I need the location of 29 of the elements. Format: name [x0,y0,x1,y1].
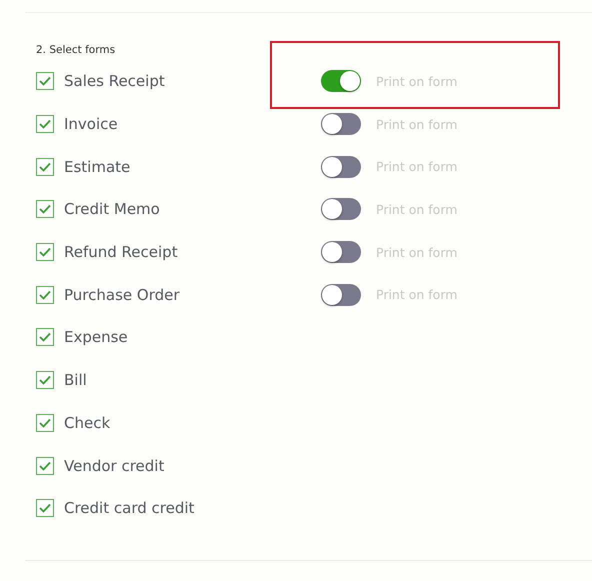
toggle-switch[interactable] [321,284,361,306]
checkbox[interactable] [36,286,54,304]
checkbox[interactable] [36,414,54,432]
checkbox-label: Sales Receipt [64,72,166,90]
checkbox-label: Estimate [64,158,132,176]
checkbox-label: Expense [64,328,129,346]
checkbox-label: Credit card credit [64,499,196,518]
checkbox[interactable] [36,371,54,390]
checkbox[interactable] [36,158,54,176]
checkbox-label: Invoice [64,115,119,134]
toggle-switch[interactable] [321,70,361,92]
checkbox[interactable] [36,456,54,475]
section-heading: 2. Select forms [36,44,116,56]
toggle-switch[interactable] [321,241,361,264]
toggle-switch[interactable] [321,156,361,178]
checkbox-label: Check [64,414,112,432]
checkbox[interactable] [36,499,54,518]
checkbox[interactable] [36,115,54,134]
checkbox[interactable] [36,243,54,262]
toggle-switch[interactable] [321,198,361,220]
toggle-switch[interactable] [321,113,361,136]
checkbox[interactable] [36,328,54,346]
checkbox[interactable] [36,200,54,218]
checkbox-label: Vendor credit [64,456,166,475]
checkbox-label: Refund Receipt [64,243,179,262]
checkbox-label: Bill [64,371,88,390]
checkbox[interactable] [36,72,54,90]
checkbox-label: Credit Memo [64,200,161,218]
checkbox-label: Purchase Order [64,286,181,304]
